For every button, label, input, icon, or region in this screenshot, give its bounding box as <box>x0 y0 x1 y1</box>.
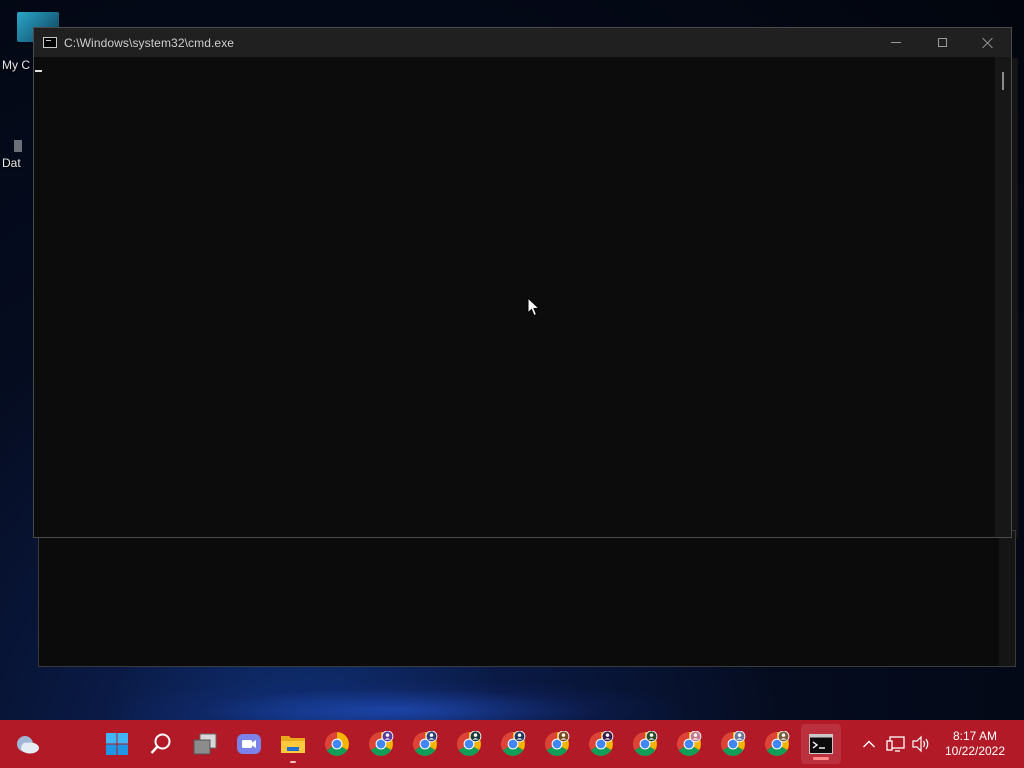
volume-icon <box>912 735 929 753</box>
background-window-scrollbar[interactable] <box>999 531 1015 666</box>
chrome-profile-7-button[interactable] <box>625 720 665 768</box>
clock-time: 8:17 AM <box>952 729 998 743</box>
cmd-window[interactable]: C:\Windows\system32\cmd.exe <box>33 27 1012 538</box>
weather-cloud-icon <box>17 736 39 754</box>
desktop-icon-label[interactable]: My C <box>2 58 30 72</box>
title-bar[interactable]: C:\Windows\system32\cmd.exe <box>34 28 1011 57</box>
folder-icon <box>281 736 305 753</box>
close-button[interactable] <box>965 28 1011 57</box>
file-explorer-button[interactable] <box>273 720 313 768</box>
minimize-button[interactable] <box>873 28 919 57</box>
desktop-icon-label[interactable]: Dat <box>2 156 21 170</box>
clock-date: 10/22/2022 <box>944 744 1006 758</box>
mouse-pointer-icon <box>527 297 541 317</box>
chrome-profile-2-button[interactable] <box>405 720 445 768</box>
volume-button[interactable] <box>910 720 932 768</box>
chrome-profile-icon <box>369 731 394 756</box>
chrome-icon <box>325 732 349 756</box>
command-prompt-button[interactable] <box>801 724 841 764</box>
cmd-icon <box>43 37 57 48</box>
chrome-button[interactable] <box>317 720 357 768</box>
chrome-profile-icon <box>677 731 702 756</box>
start-button[interactable] <box>97 720 137 768</box>
console-area[interactable] <box>34 57 995 537</box>
chrome-profile-icon <box>589 731 614 756</box>
chrome-profile-icon <box>501 731 526 756</box>
database-app-icon[interactable] <box>14 140 22 152</box>
show-hidden-icons-button[interactable] <box>858 720 880 768</box>
chrome-profile-icon <box>545 731 570 756</box>
chrome-profile-icon <box>765 731 790 756</box>
background-window[interactable] <box>38 530 1016 667</box>
close-icon <box>982 37 994 49</box>
chrome-profile-icon <box>721 731 746 756</box>
chat-button[interactable] <box>229 720 269 768</box>
vertical-scrollbar[interactable] <box>995 57 1011 537</box>
network-button[interactable] <box>884 720 908 768</box>
chrome-profile-3-button[interactable] <box>449 720 489 768</box>
taskbar: 8:17 AM 10/22/2022 <box>0 720 1024 768</box>
text-cursor <box>35 70 42 72</box>
chrome-profile-icon <box>413 731 438 756</box>
chrome-profile-icon <box>457 731 482 756</box>
search-button[interactable] <box>141 720 181 768</box>
chrome-profile-4-button[interactable] <box>493 720 533 768</box>
maximize-button[interactable] <box>919 28 965 57</box>
chrome-profile-1-button[interactable] <box>361 720 401 768</box>
video-chat-icon <box>237 734 261 754</box>
chrome-profile-icon <box>633 731 658 756</box>
cmd-icon <box>809 734 833 754</box>
chrome-profile-5-button[interactable] <box>537 720 577 768</box>
chrome-profile-9-button[interactable] <box>713 720 753 768</box>
chrome-profile-10-button[interactable] <box>757 720 797 768</box>
task-view-icon <box>193 733 217 755</box>
window-title: C:\Windows\system32\cmd.exe <box>64 35 235 50</box>
scrollbar-thumb[interactable] <box>1002 72 1004 90</box>
minimize-icon <box>891 42 901 43</box>
active-indicator <box>813 757 829 760</box>
windows-logo-icon <box>106 733 128 755</box>
search-icon <box>150 733 171 754</box>
chevron-up-icon <box>863 740 875 748</box>
chrome-profile-6-button[interactable] <box>581 720 621 768</box>
weather-widget[interactable] <box>8 720 48 768</box>
task-view-button[interactable] <box>185 720 225 768</box>
system-clock[interactable]: 8:17 AM 10/22/2022 <box>938 729 1012 759</box>
chrome-profile-8-button[interactable] <box>669 720 709 768</box>
network-icon <box>886 736 905 752</box>
maximize-icon <box>937 38 947 47</box>
running-indicator <box>290 761 296 763</box>
